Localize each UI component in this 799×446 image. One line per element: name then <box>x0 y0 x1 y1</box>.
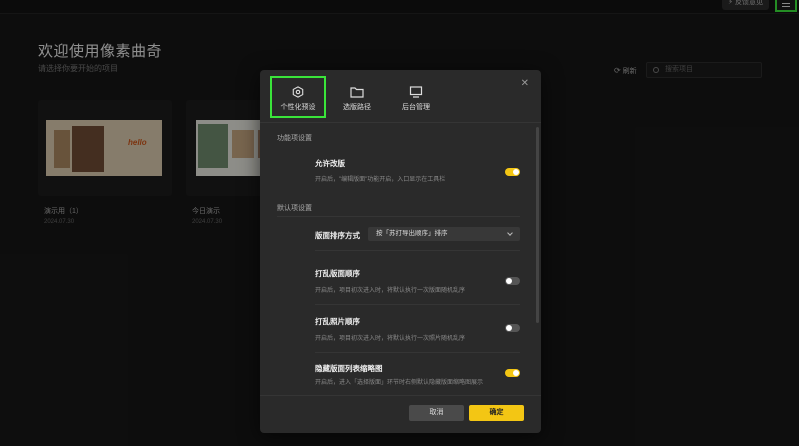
cancel-button[interactable]: 取消 <box>409 405 464 421</box>
monitor-icon <box>409 86 423 98</box>
scrollbar[interactable] <box>536 127 539 323</box>
sort-select[interactable]: 按「苏打导出顺序」排序 <box>368 227 520 241</box>
setting-sort: 版面排序方式 按「苏打导出顺序」排序 <box>315 225 520 251</box>
setting-allow-edit: 允许改版 开启后，"编辑版面"功能开启，入口显示在工具栏 <box>315 155 520 189</box>
section-divider <box>277 216 520 217</box>
tab-personal-presets[interactable]: 个性化预设 <box>270 76 326 118</box>
tab-label: 个性化预设 <box>280 104 316 111</box>
tab-admin[interactable]: 后台管理 <box>388 76 444 118</box>
shuffle-photos-toggle[interactable] <box>505 324 520 332</box>
setting-hide-thumbnails: 隐藏版面列表缩略图 开启后，进入「选择版面」环节时右侧默认隐藏版面缩略图展示 <box>315 357 520 395</box>
toggle-knob <box>506 325 512 331</box>
hexagon-gear-icon <box>292 86 304 98</box>
sort-select-value: 按「苏打导出顺序」排序 <box>376 230 448 237</box>
setting-desc: 开启后，进入「选择版面」环节时右侧默认隐藏版面缩略图展示 <box>315 380 484 386</box>
setting-desc: 开启后，项目初次进入时，将默认执行一次版面随机乱序 <box>315 288 466 294</box>
hide-thumbnails-toggle[interactable] <box>505 369 520 377</box>
settings-scroll-area[interactable]: 功能项设置 允许改版 开启后，"编辑版面"功能开启，入口显示在工具栏 默认项设置… <box>260 123 541 395</box>
settings-modal: ✕ 个性化预设 选版路径 后台管理 功能项设置 允许改版 开启后，"编辑版面"功… <box>260 70 541 433</box>
setting-desc: 开启后，"编辑版面"功能开启，入口显示在工具栏 <box>315 177 446 183</box>
folder-icon <box>350 87 364 98</box>
section-title: 默认项设置 <box>277 205 312 212</box>
tab-selection-path[interactable]: 选版路径 <box>329 76 385 118</box>
setting-shuffle-photos: 打乱照片顺序 开启后，项目初次进入时，将默认执行一次照片随机乱序 <box>315 309 520 353</box>
setting-title: 隐藏版面列表缩略图 <box>315 364 383 373</box>
tab-label: 选版路径 <box>343 104 371 111</box>
tab-label: 后台管理 <box>402 104 430 111</box>
allow-edit-toggle[interactable] <box>505 168 520 176</box>
toggle-knob <box>506 278 512 284</box>
setting-title: 打乱照片顺序 <box>315 317 360 326</box>
toggle-knob <box>513 370 519 376</box>
close-icon[interactable]: ✕ <box>521 79 529 89</box>
setting-title: 允许改版 <box>315 159 345 168</box>
section-title: 功能项设置 <box>277 135 312 142</box>
divider <box>260 395 541 396</box>
shuffle-layout-toggle[interactable] <box>505 277 520 285</box>
chevron-down-icon <box>507 230 513 236</box>
setting-title: 打乱版面顺序 <box>315 269 360 278</box>
setting-desc: 开启后，项目初次进入时，将默认执行一次照片随机乱序 <box>315 336 466 342</box>
toggle-knob <box>513 169 519 175</box>
setting-shuffle-layout: 打乱版面顺序 开启后，项目初次进入时，将默认执行一次版面随机乱序 <box>315 261 520 305</box>
confirm-button[interactable]: 确定 <box>469 405 524 421</box>
setting-title: 版面排序方式 <box>315 231 360 240</box>
